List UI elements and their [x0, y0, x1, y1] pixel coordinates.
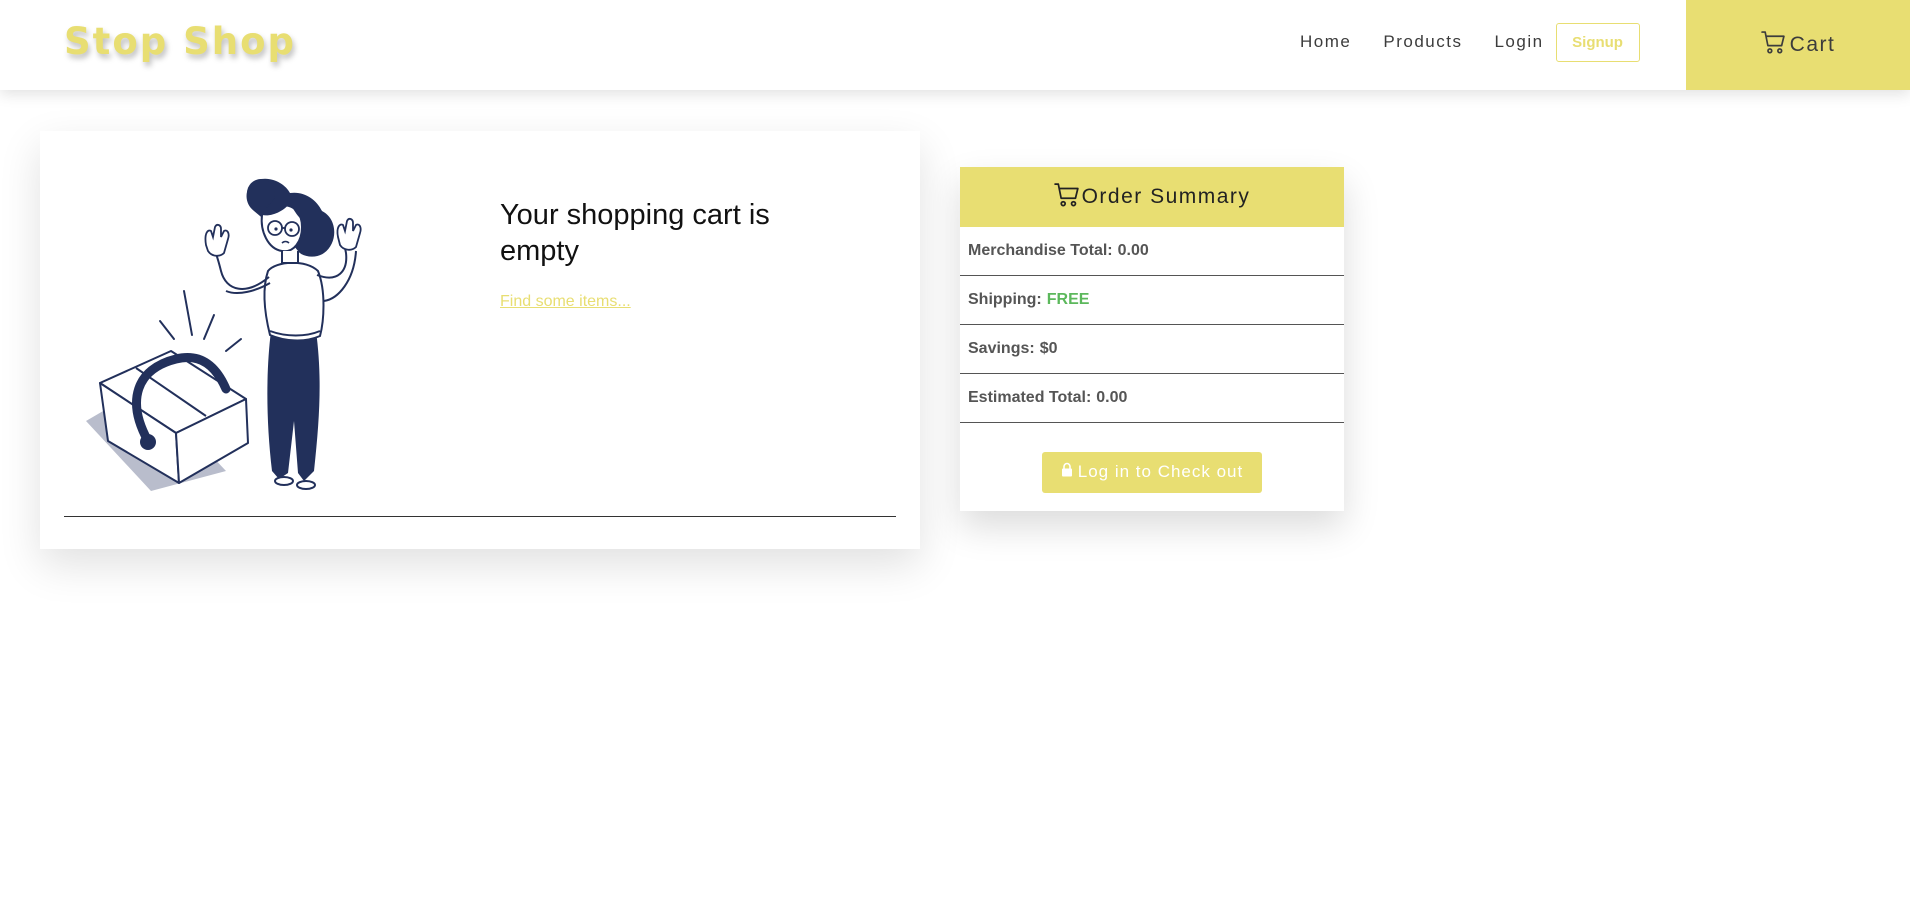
cart-panel: Your shopping cart is empty Find some it… [40, 131, 920, 549]
order-summary-header: Order Summary [960, 167, 1344, 227]
shipping-value: FREE [1046, 291, 1090, 308]
nav-login-link[interactable]: Login [1494, 32, 1543, 52]
nav-cart-button[interactable]: Cart [1686, 0, 1910, 90]
merchandise-total-label: Merchandise Total: [968, 242, 1113, 259]
estimated-total-row: Estimated Total: 0.00 [960, 374, 1344, 423]
cart-divider [64, 516, 896, 517]
checkout-label: Log in to Check out [1077, 462, 1244, 481]
savings-row: Savings: $0 [960, 325, 1344, 374]
estimated-total-label: Estimated Total: [968, 389, 1092, 406]
empty-cart-title: Your shopping cart is empty [500, 199, 770, 267]
order-summary-title: Order Summary [1081, 185, 1251, 208]
nav-products-link[interactable]: Products [1383, 32, 1462, 52]
lock-icon [1061, 462, 1078, 482]
cart-icon [1760, 30, 1786, 60]
shipping-row: Shipping: FREE [960, 276, 1344, 325]
order-summary-panel: Order Summary Merchandise Total: 0.00 Sh… [960, 167, 1344, 511]
empty-cart-illustration [76, 171, 406, 491]
estimated-total-value: 0.00 [1096, 389, 1128, 406]
find-items-link[interactable]: Find some items... [500, 293, 631, 311]
nav-cart-label: Cart [1789, 33, 1836, 56]
merchandise-total-row: Merchandise Total: 0.00 [960, 227, 1344, 276]
shipping-label: Shipping: [968, 291, 1042, 308]
merchandise-total-value: 0.00 [1117, 242, 1149, 259]
nav-links: Home Products Login Signup [1300, 22, 1640, 62]
savings-label: Savings: [968, 340, 1035, 357]
nav-home-link[interactable]: Home [1300, 32, 1351, 52]
navbar: Stop Shop Home Products Login Signup Car… [0, 0, 1910, 90]
checkout-area: Log in to Check out [960, 423, 1344, 521]
login-checkout-button[interactable]: Log in to Check out [1042, 451, 1262, 493]
brand-logo[interactable]: Stop Shop [64, 20, 296, 63]
savings-value: $0 [1039, 340, 1058, 357]
signup-button[interactable]: Signup [1555, 22, 1640, 62]
cart-icon [1053, 182, 1082, 213]
